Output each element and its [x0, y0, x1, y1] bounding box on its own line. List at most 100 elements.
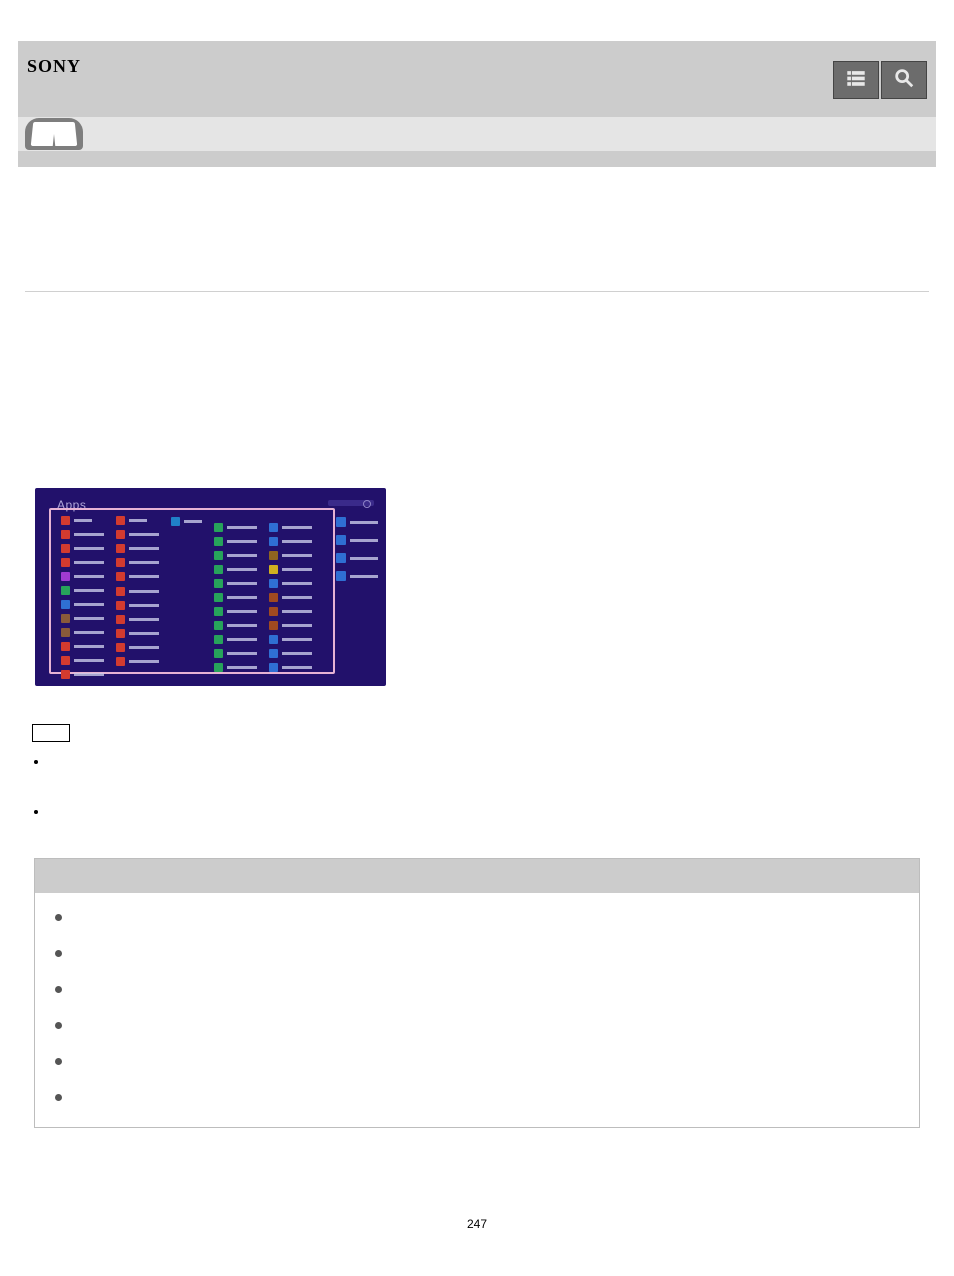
related-topic-item[interactable]: [49, 983, 905, 997]
app-tile-row: [116, 643, 159, 652]
app-tile-label: [129, 547, 159, 550]
app-tile-label: [74, 631, 104, 634]
app-tile-row: [214, 523, 257, 532]
app-tile-row: [61, 586, 104, 595]
app-tile-label: [227, 540, 257, 543]
app-tile-row: [269, 523, 312, 532]
app-tile-row: [269, 663, 312, 672]
app-tile-row: [269, 621, 312, 630]
app-tile-label: [227, 582, 257, 585]
user-guide-icon: [25, 118, 83, 150]
app-tile-icon: [336, 571, 346, 581]
app-tile-icon: [61, 572, 70, 581]
app-tile-row: [116, 586, 159, 595]
app-tile-label: [74, 659, 104, 662]
app-tile-row: [214, 565, 257, 574]
header-actions: [833, 61, 927, 99]
apps-outside-column: [336, 516, 378, 582]
app-tile-label: [129, 590, 159, 593]
app-tile-icon: [61, 530, 70, 539]
app-tile-row: [61, 628, 104, 637]
app-tile-label: [227, 666, 257, 669]
app-tile-row: [214, 663, 257, 672]
app-tile-label: [129, 632, 159, 635]
tip-item: [30, 806, 954, 820]
app-tile-icon: [214, 621, 223, 630]
app-tile-label: [227, 568, 257, 571]
app-tile-icon: [116, 516, 125, 525]
app-tile-icon: [214, 523, 223, 532]
list-icon: [845, 67, 867, 94]
app-tile-icon: [269, 621, 278, 630]
app-tile-icon: [61, 656, 70, 665]
sub-header-band: [18, 117, 936, 151]
app-tile-label: [282, 540, 312, 543]
section-divider: [25, 291, 929, 292]
app-tile-row: [269, 649, 312, 658]
app-tile-label: [350, 539, 378, 542]
app-tile-icon: [214, 663, 223, 672]
app-tile-icon: [61, 544, 70, 553]
app-tile-icon: [336, 535, 346, 545]
app-tile-label: [282, 582, 312, 585]
app-tile-icon: [214, 607, 223, 616]
app-tile-label: [282, 666, 312, 669]
app-tile-icon: [214, 551, 223, 560]
app-tile-label: [129, 533, 159, 536]
app-tile-label: [74, 673, 104, 676]
app-tile-label: [74, 589, 104, 592]
header-band: SONY: [18, 41, 936, 117]
app-tile-row: [214, 649, 257, 658]
related-topic-box: [34, 858, 920, 1128]
toc-button[interactable]: [833, 61, 879, 99]
app-tile-label: [74, 547, 104, 550]
app-tile-icon: [269, 607, 278, 616]
app-tile-icon: [61, 600, 70, 609]
app-tile-label: [282, 568, 312, 571]
app-tile-label: [227, 638, 257, 641]
app-tile-icon: [116, 601, 125, 610]
app-tile-icon: [61, 628, 70, 637]
related-topic-item[interactable]: [49, 1091, 905, 1105]
app-tile-label: [282, 624, 312, 627]
app-tile-icon: [116, 629, 125, 638]
app-tile-row: [61, 544, 104, 553]
search-button[interactable]: [881, 61, 927, 99]
app-tile-icon: [214, 649, 223, 658]
app-tile-label: [74, 519, 92, 522]
app-tile-row: [214, 635, 257, 644]
tip-item: [30, 756, 954, 770]
app-tile-label: [282, 652, 312, 655]
app-tile-row: [116, 530, 159, 539]
app-tile-label: [350, 521, 378, 524]
app-tile-icon: [214, 635, 223, 644]
app-tile-row: [269, 607, 312, 616]
app-tile-label: [129, 618, 159, 621]
related-topic-heading: [35, 859, 919, 893]
app-tile-label: [129, 519, 147, 522]
app-tile-row: [214, 551, 257, 560]
app-tile-label: [129, 604, 159, 607]
related-topic-item[interactable]: [49, 947, 905, 961]
related-topic-item[interactable]: [49, 1055, 905, 1069]
related-topic-item[interactable]: [49, 911, 905, 925]
app-tile-icon: [61, 670, 70, 679]
app-tile-row: [269, 537, 312, 546]
app-tile-row: [61, 530, 104, 539]
related-topic-item[interactable]: [49, 1019, 905, 1033]
app-tile-icon: [214, 565, 223, 574]
app-tile-icon: [116, 544, 125, 553]
app-tile-row: [61, 572, 104, 581]
apps-column-head: [61, 516, 104, 525]
app-tile-label: [74, 603, 104, 606]
app-tile-row: [214, 607, 257, 616]
app-tile-icon: [269, 551, 278, 560]
search-icon: [893, 67, 915, 94]
app-tile-row: [336, 534, 378, 546]
app-tile-icon: [116, 615, 125, 624]
apps-screen-search: [328, 500, 374, 506]
apps-column-head: [116, 516, 159, 525]
app-tile-label: [227, 652, 257, 655]
app-tile-label: [74, 561, 104, 564]
app-tile-row: [116, 657, 159, 666]
